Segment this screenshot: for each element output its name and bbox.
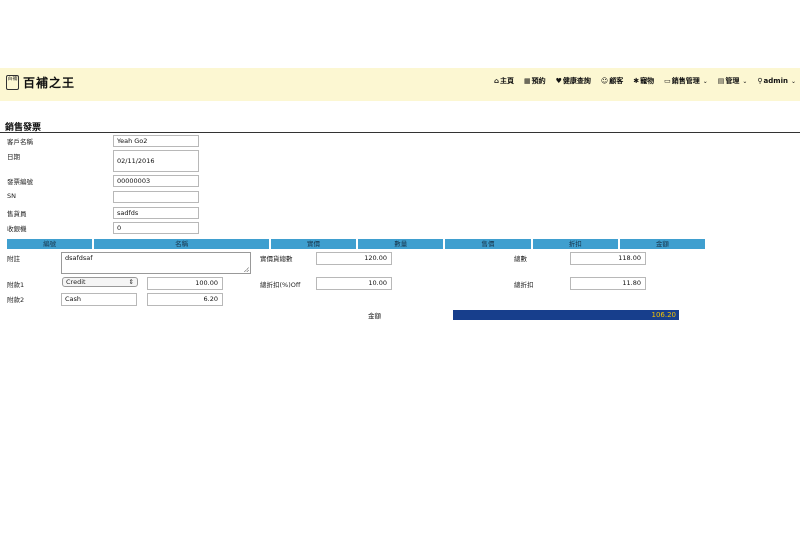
nav-booking[interactable]: ▦ 預約 xyxy=(524,76,546,86)
nav-user[interactable]: ⚲ admin ⌄ xyxy=(757,76,796,86)
salesperson-label: 售貨員 xyxy=(7,210,27,218)
resize-handle[interactable] xyxy=(244,267,249,272)
nav-sales[interactable]: ▭ 銷售管理 ⌄ xyxy=(664,76,708,86)
salesperson-field[interactable]: sadfds xyxy=(113,207,199,219)
note-textarea[interactable]: dsafdsaf xyxy=(61,252,251,274)
sn-field[interactable] xyxy=(113,191,199,203)
nav-pets[interactable]: ✱ 寵物 xyxy=(633,76,654,86)
customer-label: 客戶名稱 xyxy=(7,138,33,146)
payment2-amount-field[interactable]: 6.20 xyxy=(147,293,223,306)
amount-label: 金額 xyxy=(368,312,381,320)
items-table-header: 編號 名稱 實價 數量 售價 折扣 金額 xyxy=(7,239,706,249)
chevron-down-icon: ⌄ xyxy=(702,77,708,85)
cashier-field[interactable]: 0 xyxy=(113,222,199,234)
date-label: 日期 xyxy=(7,153,20,161)
nav-admin-menu[interactable]: ▤ 管理 ⌄ xyxy=(718,76,748,86)
discount-percent-label: 總折扣(%)Off xyxy=(260,281,301,289)
col-discount: 折扣 xyxy=(532,239,618,249)
select-arrows-icon: ⇕ xyxy=(128,278,134,286)
total-label: 總數 xyxy=(514,255,527,263)
seal-icon: 百補 xyxy=(6,75,19,90)
col-sale-price: 售價 xyxy=(445,239,531,249)
col-price: 實價 xyxy=(270,239,357,249)
actual-total-field[interactable]: 120.00 xyxy=(316,252,392,265)
amount-total-display: 106.20 xyxy=(453,310,679,320)
users-icon: ☺ xyxy=(600,77,609,85)
nav-customers[interactable]: ☺ 顧客 xyxy=(601,76,623,86)
main-nav: ⌂ 主頁 ▦ 預約 ♥ 健康查詢 ☺ 顧客 ✱ 寵物 ▭ 銷售管理 ⌄ ▤ 管理… xyxy=(494,76,796,86)
invoice-number-field[interactable]: 00000003 xyxy=(113,175,199,187)
customer-field[interactable]: Yeah Go2 xyxy=(113,135,199,147)
brand-name: 百補之王 xyxy=(23,76,76,90)
actual-total-label: 實價貨總數 xyxy=(260,255,293,263)
total-discount-label: 總折扣 xyxy=(514,281,534,289)
home-icon: ⌂ xyxy=(493,77,499,85)
payment1-amount-field[interactable]: 100.00 xyxy=(147,277,223,290)
nav-home[interactable]: ⌂ 主頁 xyxy=(494,76,514,86)
col-amount: 金額 xyxy=(619,239,706,249)
payment1-method-select[interactable]: Credit ⇕ xyxy=(62,277,138,287)
date-field[interactable]: 02/11/2016 xyxy=(113,150,199,172)
payment2-label: 附款2 xyxy=(7,296,25,304)
calendar-icon: ▦ xyxy=(524,77,531,85)
col-quantity: 數量 xyxy=(358,239,444,249)
star-icon: ✱ xyxy=(633,77,640,85)
payment1-label: 附款1 xyxy=(7,281,25,289)
note-text: dsafdsaf xyxy=(65,254,93,262)
chevron-down-icon: ⌄ xyxy=(742,77,748,85)
brand-logo[interactable]: 百補 百補之王 xyxy=(6,74,75,91)
card-icon: ▭ xyxy=(664,77,671,85)
invoice-number-label: 發票編號 xyxy=(7,178,33,186)
payment2-method-field[interactable]: Cash xyxy=(61,293,137,306)
discount-percent-field[interactable]: 10.00 xyxy=(316,277,392,290)
chart-icon: ▤ xyxy=(717,77,725,85)
col-id: 編號 xyxy=(7,239,93,249)
sn-label: SN xyxy=(7,192,16,200)
nav-health[interactable]: ♥ 健康查詢 xyxy=(556,76,591,86)
total-field[interactable]: 118.00 xyxy=(570,252,646,265)
user-icon: ⚲ xyxy=(757,77,763,85)
cashier-label: 收銀機 xyxy=(7,225,27,233)
heart-icon: ♥ xyxy=(555,77,562,85)
chevron-down-icon: ⌄ xyxy=(790,77,796,85)
top-navbar: 百補 百補之王 ⌂ 主頁 ▦ 預約 ♥ 健康查詢 ☺ 顧客 ✱ 寵物 ▭ 銷售管… xyxy=(0,68,800,101)
total-discount-field[interactable]: 11.80 xyxy=(570,277,646,290)
title-divider xyxy=(0,132,800,133)
note-label: 附註 xyxy=(7,255,20,263)
col-name: 名稱 xyxy=(94,239,269,249)
